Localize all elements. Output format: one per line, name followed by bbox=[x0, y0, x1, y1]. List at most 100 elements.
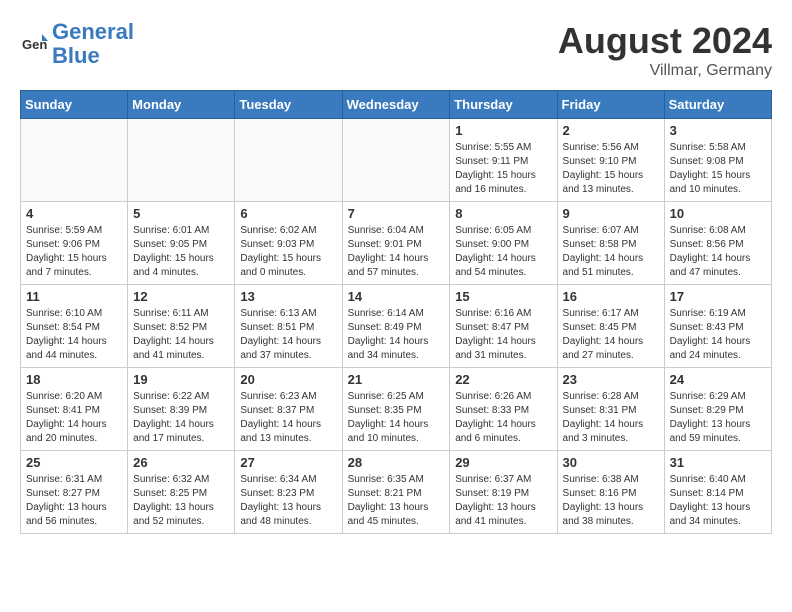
calendar-cell: 21 Sunrise: 6:25 AM Sunset: 8:35 PM Dayli… bbox=[342, 368, 450, 451]
day-number: 4 bbox=[26, 206, 122, 221]
day-info: Sunrise: 6:23 AM Sunset: 8:37 PM Dayligh… bbox=[240, 390, 336, 446]
day-number: 19 bbox=[133, 372, 229, 387]
day-info: Sunrise: 6:13 AM Sunset: 8:51 PM Dayligh… bbox=[240, 307, 336, 363]
day-info: Sunrise: 6:29 AM Sunset: 8:29 PM Dayligh… bbox=[670, 390, 766, 446]
location-title: Villmar, Germany bbox=[558, 62, 772, 80]
day-info: Sunrise: 6:07 AM Sunset: 8:58 PM Dayligh… bbox=[563, 224, 659, 280]
day-info: Sunrise: 6:16 AM Sunset: 8:47 PM Dayligh… bbox=[455, 307, 551, 363]
day-info: Sunrise: 6:14 AM Sunset: 8:49 PM Dayligh… bbox=[348, 307, 445, 363]
calendar-table: SundayMondayTuesdayWednesdayThursdayFrid… bbox=[20, 90, 772, 534]
day-info: Sunrise: 6:19 AM Sunset: 8:43 PM Dayligh… bbox=[670, 307, 766, 363]
calendar-cell: 29 Sunrise: 6:37 AM Sunset: 8:19 PM Dayli… bbox=[450, 451, 557, 534]
page-header: Gen General Blue August 2024 Villmar, Ge… bbox=[20, 20, 772, 80]
day-number: 2 bbox=[563, 123, 659, 138]
calendar-week-row: 4 Sunrise: 5:59 AM Sunset: 9:06 PM Daylig… bbox=[21, 202, 772, 285]
day-number: 14 bbox=[348, 289, 445, 304]
logo-text: General Blue bbox=[52, 20, 134, 68]
calendar-cell: 12Sunrise: 6:11 AM Sunset: 8:52 PM Dayli… bbox=[128, 285, 235, 368]
month-year-title: August 2024 bbox=[558, 20, 772, 62]
calendar-cell: 23 Sunrise: 6:28 AM Sunset: 8:31 PM Dayli… bbox=[557, 368, 664, 451]
day-info: Sunrise: 6:28 AM Sunset: 8:31 PM Dayligh… bbox=[563, 390, 659, 446]
day-number: 7 bbox=[348, 206, 445, 221]
calendar-cell: 20 Sunrise: 6:23 AM Sunset: 8:37 PM Dayli… bbox=[235, 368, 342, 451]
calendar-cell: 3Sunrise: 5:58 AM Sunset: 9:08 PM Daylig… bbox=[664, 119, 771, 202]
day-number: 27 bbox=[240, 455, 336, 470]
day-info: Sunrise: 6:04 AM Sunset: 9:01 PM Dayligh… bbox=[348, 224, 445, 280]
day-number: 25 bbox=[26, 455, 122, 470]
day-number: 1 bbox=[455, 123, 551, 138]
day-info: Sunrise: 6:31 AM Sunset: 8:27 PM Dayligh… bbox=[26, 473, 122, 529]
day-info: Sunrise: 6:05 AM Sunset: 9:00 PM Dayligh… bbox=[455, 224, 551, 280]
calendar-week-row: 25 Sunrise: 6:31 AM Sunset: 8:27 PM Dayli… bbox=[21, 451, 772, 534]
calendar-cell: 24 Sunrise: 6:29 AM Sunset: 8:29 PM Dayli… bbox=[664, 368, 771, 451]
calendar-day-header: Saturday bbox=[664, 91, 771, 119]
calendar-cell: 1 Sunrise: 5:55 AM Sunset: 9:11 PM Daylig… bbox=[450, 119, 557, 202]
calendar-cell bbox=[235, 119, 342, 202]
day-number: 23 bbox=[563, 372, 659, 387]
day-number: 10 bbox=[670, 206, 766, 221]
day-info: Sunrise: 6:37 AM Sunset: 8:19 PM Dayligh… bbox=[455, 473, 551, 529]
calendar-cell: 17 Sunrise: 6:19 AM Sunset: 8:43 PM Dayli… bbox=[664, 285, 771, 368]
calendar-cell: 19 Sunrise: 6:22 AM Sunset: 8:39 PM Dayli… bbox=[128, 368, 235, 451]
calendar-cell: 18Sunrise: 6:20 AM Sunset: 8:41 PM Dayli… bbox=[21, 368, 128, 451]
day-number: 20 bbox=[240, 372, 336, 387]
calendar-week-row: 11Sunrise: 6:10 AM Sunset: 8:54 PM Dayli… bbox=[21, 285, 772, 368]
logo: Gen General Blue bbox=[20, 20, 134, 68]
calendar-cell: 10Sunrise: 6:08 AM Sunset: 8:56 PM Dayli… bbox=[664, 202, 771, 285]
calendar-cell: 5Sunrise: 6:01 AM Sunset: 9:05 PM Daylig… bbox=[128, 202, 235, 285]
day-number: 29 bbox=[455, 455, 551, 470]
calendar-cell bbox=[342, 119, 450, 202]
calendar-cell: 9 Sunrise: 6:07 AM Sunset: 8:58 PM Daylig… bbox=[557, 202, 664, 285]
day-number: 8 bbox=[455, 206, 551, 221]
day-info: Sunrise: 5:59 AM Sunset: 9:06 PM Dayligh… bbox=[26, 224, 122, 280]
day-number: 16 bbox=[563, 289, 659, 304]
calendar-cell: 7 Sunrise: 6:04 AM Sunset: 9:01 PM Daylig… bbox=[342, 202, 450, 285]
calendar-cell: 26 Sunrise: 6:32 AM Sunset: 8:25 PM Dayli… bbox=[128, 451, 235, 534]
day-info: Sunrise: 6:32 AM Sunset: 8:25 PM Dayligh… bbox=[133, 473, 229, 529]
calendar-cell bbox=[128, 119, 235, 202]
day-info: Sunrise: 6:10 AM Sunset: 8:54 PM Dayligh… bbox=[26, 307, 122, 363]
title-block: August 2024 Villmar, Germany bbox=[558, 20, 772, 80]
day-info: Sunrise: 6:40 AM Sunset: 8:14 PM Dayligh… bbox=[670, 473, 766, 529]
calendar-day-header: Monday bbox=[128, 91, 235, 119]
day-number: 5 bbox=[133, 206, 229, 221]
day-number: 9 bbox=[563, 206, 659, 221]
day-number: 31 bbox=[670, 455, 766, 470]
calendar-day-header: Tuesday bbox=[235, 91, 342, 119]
day-info: Sunrise: 6:22 AM Sunset: 8:39 PM Dayligh… bbox=[133, 390, 229, 446]
day-number: 13 bbox=[240, 289, 336, 304]
day-number: 3 bbox=[670, 123, 766, 138]
calendar-cell: 2Sunrise: 5:56 AM Sunset: 9:10 PM Daylig… bbox=[557, 119, 664, 202]
logo-icon: Gen bbox=[20, 29, 50, 59]
day-info: Sunrise: 6:38 AM Sunset: 8:16 PM Dayligh… bbox=[563, 473, 659, 529]
day-number: 21 bbox=[348, 372, 445, 387]
day-number: 28 bbox=[348, 455, 445, 470]
calendar-cell: 16 Sunrise: 6:17 AM Sunset: 8:45 PM Dayli… bbox=[557, 285, 664, 368]
calendar-cell: 28Sunrise: 6:35 AM Sunset: 8:21 PM Dayli… bbox=[342, 451, 450, 534]
day-info: Sunrise: 5:55 AM Sunset: 9:11 PM Dayligh… bbox=[455, 141, 551, 197]
calendar-cell: 31 Sunrise: 6:40 AM Sunset: 8:14 PM Dayli… bbox=[664, 451, 771, 534]
day-number: 22 bbox=[455, 372, 551, 387]
calendar-day-header: Wednesday bbox=[342, 91, 450, 119]
day-number: 15 bbox=[455, 289, 551, 304]
day-info: Sunrise: 6:25 AM Sunset: 8:35 PM Dayligh… bbox=[348, 390, 445, 446]
calendar-cell: 25 Sunrise: 6:31 AM Sunset: 8:27 PM Dayli… bbox=[21, 451, 128, 534]
day-number: 24 bbox=[670, 372, 766, 387]
calendar-cell: 4 Sunrise: 5:59 AM Sunset: 9:06 PM Daylig… bbox=[21, 202, 128, 285]
day-info: Sunrise: 6:02 AM Sunset: 9:03 PM Dayligh… bbox=[240, 224, 336, 280]
calendar-cell: 13 Sunrise: 6:13 AM Sunset: 8:51 PM Dayli… bbox=[235, 285, 342, 368]
calendar-cell: 27 Sunrise: 6:34 AM Sunset: 8:23 PM Dayli… bbox=[235, 451, 342, 534]
calendar-cell: 11Sunrise: 6:10 AM Sunset: 8:54 PM Dayli… bbox=[21, 285, 128, 368]
calendar-day-header: Sunday bbox=[21, 91, 128, 119]
day-number: 26 bbox=[133, 455, 229, 470]
day-info: Sunrise: 6:34 AM Sunset: 8:23 PM Dayligh… bbox=[240, 473, 336, 529]
calendar-day-header: Thursday bbox=[450, 91, 557, 119]
day-info: Sunrise: 6:26 AM Sunset: 8:33 PM Dayligh… bbox=[455, 390, 551, 446]
calendar-cell bbox=[21, 119, 128, 202]
calendar-day-header: Friday bbox=[557, 91, 664, 119]
day-number: 17 bbox=[670, 289, 766, 304]
day-info: Sunrise: 6:11 AM Sunset: 8:52 PM Dayligh… bbox=[133, 307, 229, 363]
day-info: Sunrise: 6:20 AM Sunset: 8:41 PM Dayligh… bbox=[26, 390, 122, 446]
calendar-cell: 30Sunrise: 6:38 AM Sunset: 8:16 PM Dayli… bbox=[557, 451, 664, 534]
day-info: Sunrise: 6:17 AM Sunset: 8:45 PM Dayligh… bbox=[563, 307, 659, 363]
